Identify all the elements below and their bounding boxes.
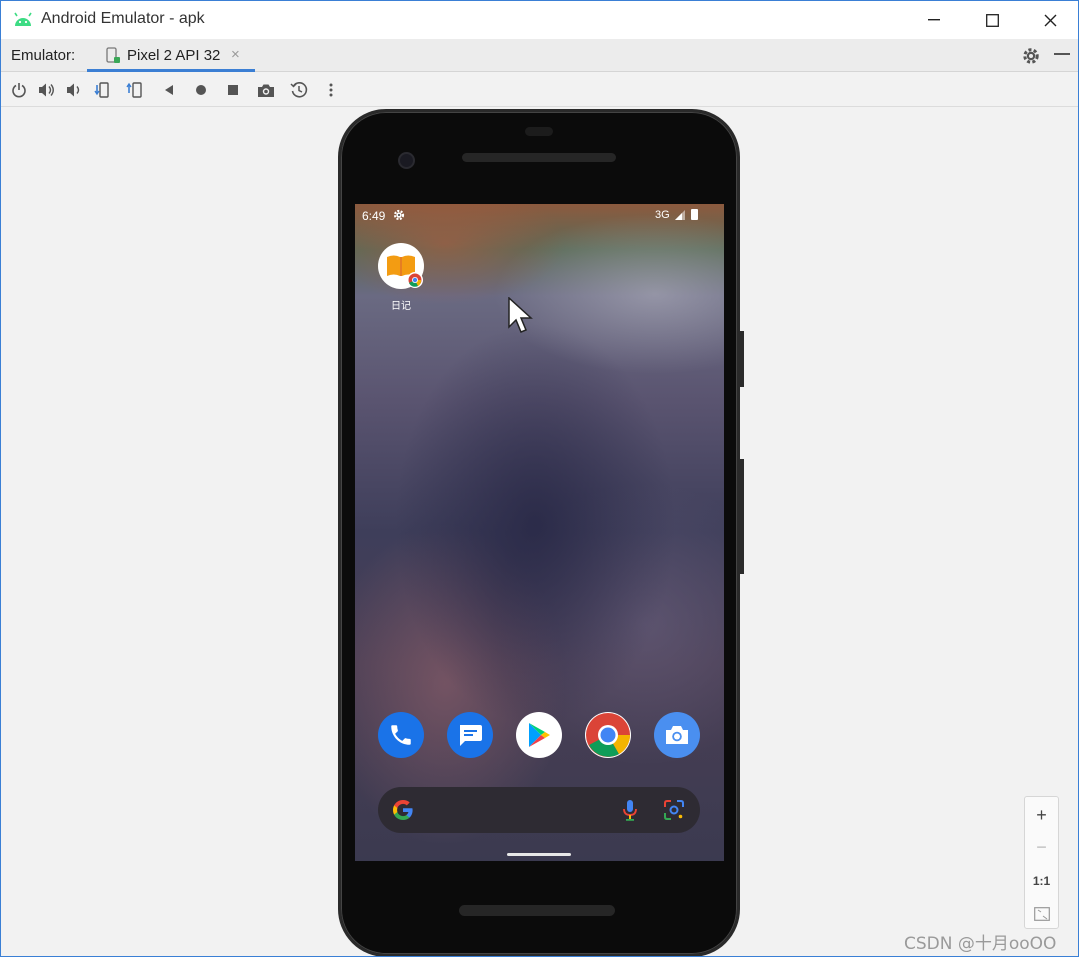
- proximity-sensor: [525, 127, 553, 136]
- minimize-button[interactable]: [905, 1, 963, 39]
- overview-icon[interactable]: [223, 80, 243, 100]
- camera-icon[interactable]: [654, 712, 700, 758]
- power-icon[interactable]: [9, 80, 29, 100]
- google-search-bar[interactable]: [378, 787, 700, 833]
- play-store-icon[interactable]: [516, 712, 562, 758]
- back-icon[interactable]: [159, 80, 179, 100]
- home-icon[interactable]: [191, 80, 211, 100]
- tab-bar: Emulator: Pixel 2 API 32 ×: [1, 39, 1078, 72]
- google-lens-icon[interactable]: [662, 798, 686, 822]
- chrome-icon[interactable]: [585, 712, 631, 758]
- microphone-icon[interactable]: [621, 798, 639, 822]
- zoom-out-button[interactable]: −: [1025, 831, 1058, 864]
- tab-pixel-2-api-32[interactable]: Pixel 2 API 32 ×: [87, 39, 255, 72]
- earpiece-speaker: [462, 153, 616, 162]
- bottom-speaker: [459, 905, 615, 916]
- maximize-icon: [985, 13, 999, 27]
- emulator-toolbar: [1, 72, 1078, 107]
- window-title: Android Emulator - apk: [41, 10, 205, 27]
- volume-side-button[interactable]: [740, 459, 744, 574]
- mouse-cursor-icon: [508, 297, 533, 333]
- messages-icon[interactable]: [447, 712, 493, 758]
- tab-label: Pixel 2 API 32: [127, 47, 221, 64]
- device-screen[interactable]: 6:49 3G 日记: [355, 204, 724, 861]
- title-bar: Android Emulator - apk: [1, 1, 1078, 39]
- gesture-navigation-bar[interactable]: [507, 853, 571, 856]
- device-icon: [106, 47, 120, 63]
- close-button[interactable]: [1021, 1, 1078, 39]
- google-g-icon: [393, 800, 413, 820]
- front-camera: [398, 152, 415, 169]
- settings-notification-icon: [393, 209, 405, 221]
- hide-panel-icon[interactable]: [1054, 53, 1070, 55]
- maximize-button[interactable]: [963, 1, 1021, 39]
- volume-down-icon[interactable]: [64, 80, 84, 100]
- battery-icon: [691, 209, 698, 220]
- status-time: 6:49: [362, 209, 386, 223]
- zoom-controls: + − 1:1: [1024, 796, 1059, 929]
- phone-icon[interactable]: [378, 712, 424, 758]
- more-icon[interactable]: [321, 80, 341, 100]
- zoom-fit-button[interactable]: [1025, 897, 1058, 930]
- rotate-left-icon[interactable]: [93, 80, 113, 100]
- close-icon: [1044, 14, 1056, 26]
- screenshot-icon[interactable]: [256, 80, 276, 100]
- emulator-window: Android Emulator - apk Emulator: Pixel 2…: [0, 0, 1079, 957]
- minimize-icon: [928, 19, 940, 21]
- fit-screen-icon: [1033, 906, 1050, 921]
- zoom-in-button[interactable]: +: [1025, 799, 1058, 832]
- android-icon: [14, 12, 32, 26]
- watermark: CSDN @十月ooOO: [904, 934, 1057, 954]
- signal-icon: [675, 210, 685, 220]
- emulator-label: Emulator:: [11, 47, 76, 64]
- gear-icon[interactable]: [1021, 46, 1041, 66]
- power-side-button[interactable]: [740, 331, 744, 387]
- diary-app-icon[interactable]: [378, 243, 424, 289]
- diary-app-label: 日记: [391, 301, 411, 312]
- snapshot-icon[interactable]: [289, 80, 309, 100]
- network-type: 3G: [655, 209, 670, 221]
- zoom-actual-size-button[interactable]: 1:1: [1025, 864, 1058, 897]
- rotate-right-icon[interactable]: [126, 80, 146, 100]
- tab-close-icon[interactable]: ×: [231, 46, 240, 63]
- volume-up-icon[interactable]: [37, 80, 57, 100]
